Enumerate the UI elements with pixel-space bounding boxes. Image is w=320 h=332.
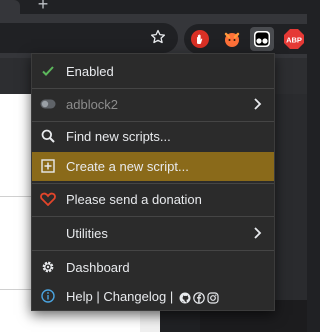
menu-divider: [32, 250, 274, 251]
enabled-toggle[interactable]: Enabled: [32, 57, 274, 86]
script-item-adblock2[interactable]: adblock2: [32, 90, 274, 119]
tampermonkey-icon[interactable]: [250, 27, 274, 51]
plus-square-icon: [40, 158, 56, 174]
menu-divider: [32, 183, 274, 184]
help-item: Help | Changelog |: [32, 282, 274, 311]
toggle-off-icon[interactable]: [40, 96, 56, 112]
help-changelog-label[interactable]: Help | Changelog |: [66, 289, 219, 304]
chevron-right-icon: [254, 98, 262, 110]
create-script-label: Create a new script...: [66, 159, 189, 174]
help-link-text[interactable]: Help | Changelog |: [66, 289, 173, 304]
script-name: adblock2: [66, 97, 119, 112]
chevron-right-icon: [254, 227, 262, 239]
abp-label: ABP: [286, 36, 302, 45]
menu-divider: [32, 88, 274, 89]
check-icon: [40, 63, 56, 79]
active-tab[interactable]: [0, 0, 20, 14]
find-scripts-item[interactable]: Find new scripts...: [32, 122, 274, 151]
utilities-item[interactable]: Utilities: [32, 219, 274, 248]
enabled-label: Enabled: [66, 64, 114, 79]
donation-item[interactable]: Please send a donation: [32, 185, 274, 214]
browser-window: + ABP Enabled adblock2 Find new scripts.…: [0, 0, 307, 332]
github-icon[interactable]: [179, 292, 191, 304]
heart-icon: [40, 191, 56, 207]
instagram-icon[interactable]: [207, 291, 219, 304]
address-bar[interactable]: [0, 23, 178, 53]
info-icon: [40, 288, 56, 304]
find-scripts-label: Find new scripts...: [66, 129, 171, 144]
bookmark-star-icon[interactable]: [150, 29, 166, 45]
browser-toolbar: ABP: [0, 14, 307, 58]
menu-divider: [32, 216, 274, 217]
dashboard-item[interactable]: Dashboard: [32, 253, 274, 282]
tampermonkey-menu: Enabled adblock2 Find new scripts... Cre…: [31, 53, 275, 311]
new-tab-button[interactable]: +: [34, 0, 52, 14]
fox-icon[interactable]: [220, 27, 244, 51]
dashboard-label: Dashboard: [66, 260, 130, 275]
create-script-item[interactable]: Create a new script...: [32, 152, 274, 181]
hand-stop-icon[interactable]: [188, 27, 212, 51]
gear-icon: [40, 259, 56, 275]
utilities-label: Utilities: [66, 226, 108, 241]
abp-icon[interactable]: ABP: [282, 27, 306, 51]
tab-strip: +: [0, 0, 307, 14]
extensions-area: ABP: [184, 24, 307, 54]
donation-label: Please send a donation: [66, 192, 202, 207]
facebook-icon[interactable]: [193, 291, 205, 304]
search-icon: [40, 128, 56, 144]
